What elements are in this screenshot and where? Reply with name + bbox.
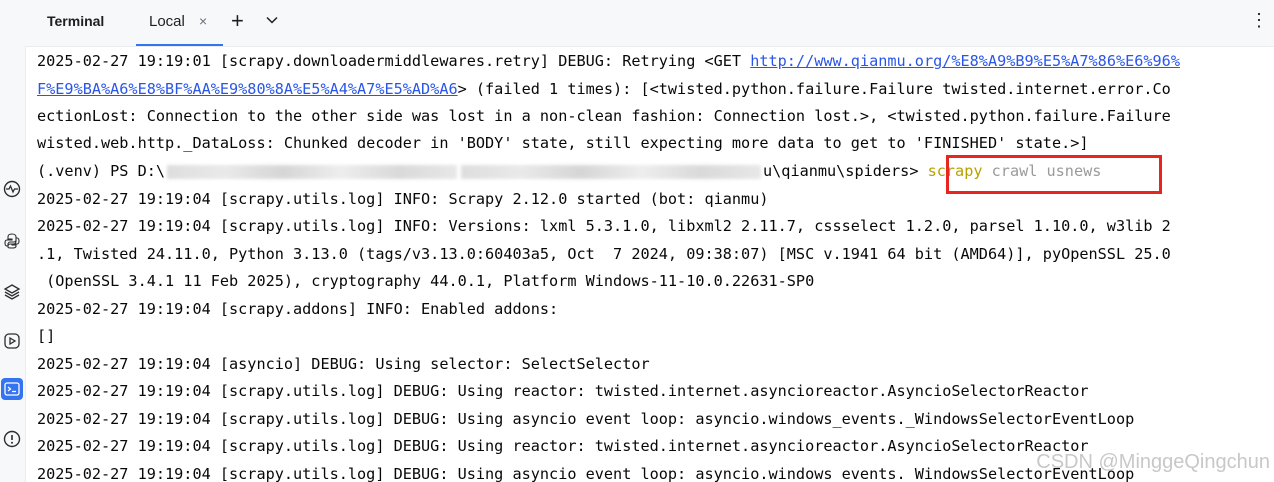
chevron-down-icon[interactable]: [265, 13, 279, 27]
command-highlight-box: [946, 155, 1162, 194]
output-line: 2025-02-27 19:19:04 [scrapy.utils.log] D…: [37, 465, 1135, 482]
tool-window-sidebar: [0, 0, 26, 482]
options-menu-icon[interactable]: ⋮: [1250, 10, 1268, 30]
retry-url-link[interactable]: F%E9%BA%A6%E8%BF%AA%E9%80%8A%E5%A4%A7%E5…: [37, 80, 458, 98]
watermark-text: CSDN @MinggeQingchun: [1036, 451, 1270, 473]
terminal-output[interactable]: 2025-02-27 19:19:01 [scrapy.downloadermi…: [37, 48, 1274, 482]
output-line: (OpenSSL 3.4.1 11 Feb 2025), cryptograph…: [37, 272, 815, 290]
output-line: 2025-02-27 19:19:04 [scrapy.utils.log] D…: [37, 382, 1089, 400]
output-line: wisted.web.http._DataLoss: Chunked decod…: [37, 134, 1089, 152]
output-line: 2025-02-27 19:19:04 [scrapy.utils.log] I…: [37, 190, 769, 208]
output-line: 2025-02-27 19:19:04 [scrapy.utils.log] D…: [37, 410, 1135, 428]
output-line: F%E9%BA%A6%E8%BF%AA%E9%80%8A%E5%A4%A7%E5…: [37, 80, 1171, 98]
tab-local[interactable]: Local ×: [136, 0, 223, 46]
output-line: 2025-02-27 19:19:04 [scrapy.addons] INFO…: [37, 300, 559, 318]
layers-icon[interactable]: [1, 281, 23, 303]
redacted-path: [167, 164, 458, 179]
active-tab-indicator: [136, 44, 223, 46]
output-line: 2025-02-27 19:19:04 [scrapy.utils.log] D…: [37, 437, 1089, 455]
output-line: 2025-02-27 19:19:01 [scrapy.downloadermi…: [37, 52, 1180, 70]
prompt-line: (.venv) PS D:\ u\qianmu\spiders> scrapy c…: [37, 162, 1102, 180]
terminal-header: Terminal Local × + ⋮: [25, 0, 1274, 47]
python-console-icon[interactable]: [1, 230, 23, 252]
run-icon[interactable]: [1, 330, 23, 352]
output-line: 2025-02-27 19:19:04 [scrapy.utils.log] I…: [37, 217, 1171, 235]
new-tab-button[interactable]: +: [231, 8, 244, 34]
output-line: []: [37, 327, 56, 345]
output-line: 2025-02-27 19:19:04 [asyncio] DEBUG: Usi…: [37, 355, 650, 373]
terminal-icon[interactable]: [1, 378, 23, 400]
output-line: .1, Twisted 24.11.0, Python 3.13.0 (tags…: [37, 245, 1171, 263]
close-icon[interactable]: ×: [199, 13, 207, 29]
diagnostics-icon[interactable]: [1, 178, 23, 200]
tool-window-title: Terminal: [47, 13, 105, 29]
retry-url-link[interactable]: http://www.qianmu.org/%E8%A9%B9%E5%A7%86…: [750, 52, 1180, 70]
redacted-path: [461, 164, 762, 179]
output-line: ectionLost: Connection to the other side…: [37, 107, 1171, 125]
problems-icon[interactable]: [1, 428, 23, 450]
tab-label: Local: [149, 13, 185, 30]
